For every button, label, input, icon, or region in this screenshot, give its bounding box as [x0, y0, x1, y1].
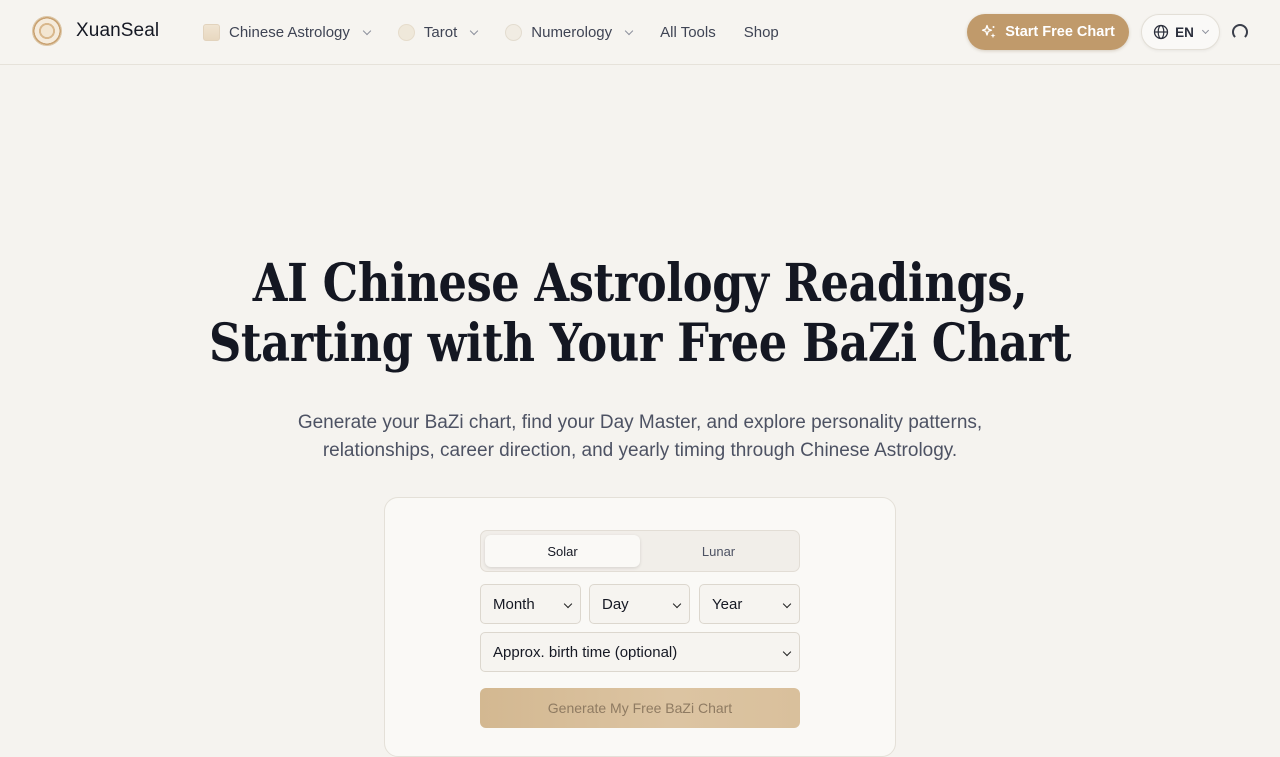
- birth-time-value: Approx. birth time (optional): [493, 643, 678, 661]
- birth-year-select[interactable]: Year: [699, 584, 800, 624]
- nav-item-numerology[interactable]: Numerology: [505, 23, 634, 41]
- nav-item-chinese-astrology[interactable]: Chinese Astrology: [203, 23, 372, 41]
- hero-subtitle-line-2: relationships, career direction, and yea…: [322, 440, 958, 461]
- loading-spinner-icon[interactable]: [1232, 24, 1248, 40]
- nav-item-tarot[interactable]: Tarot: [397, 23, 479, 41]
- tarot-thumbnail-icon: [397, 23, 415, 41]
- chevron-down-icon: [782, 599, 792, 609]
- chevron-down-icon: [470, 26, 479, 35]
- birth-year-value: Year: [712, 595, 743, 613]
- hero-title-line-1: AI Chinese Astrology Readings,: [252, 253, 1028, 314]
- birth-month-select[interactable]: Month: [480, 584, 581, 624]
- nav-item-label: Numerology: [531, 23, 613, 41]
- seal-logo-icon: [32, 16, 62, 46]
- numerology-thumbnail-icon: [505, 23, 523, 41]
- start-free-chart-button[interactable]: Start Free Chart: [967, 14, 1129, 50]
- chevron-down-icon: [782, 647, 792, 657]
- chevron-down-icon: [563, 599, 573, 609]
- nav-item-all-tools[interactable]: All Tools: [660, 24, 716, 41]
- birth-day-select[interactable]: Day: [589, 584, 690, 624]
- language-selector[interactable]: EN: [1141, 14, 1220, 50]
- nav-item-label: Shop: [743, 23, 779, 41]
- calendar-toggle: Solar Lunar: [480, 530, 800, 572]
- hero-subtitle: Generate your BaZi chart, find your Day …: [290, 409, 990, 465]
- main-nav: Chinese Astrology Tarot Numerology All T…: [203, 0, 807, 64]
- hero-title: AI Chinese Astrology Readings, Starting …: [90, 254, 1191, 374]
- calendar-option-solar[interactable]: Solar: [485, 535, 640, 567]
- astrology-thumbnail-icon: [203, 23, 220, 41]
- brand-name: XuanSeal: [76, 20, 160, 41]
- birth-day-value: Day: [602, 595, 629, 613]
- chevron-down-icon: [362, 26, 372, 35]
- site-header: XuanSeal Chinese Astrology Tarot Numerol…: [0, 0, 1280, 65]
- language-label: EN: [1175, 24, 1194, 40]
- hero-subtitle-line-1: Generate your BaZi chart, find your Day …: [297, 412, 983, 433]
- nav-item-label: All Tools: [660, 23, 716, 41]
- chevron-down-icon: [672, 599, 682, 609]
- nav-item-label: Chinese Astrology: [229, 23, 350, 41]
- birth-month-value: Month: [493, 595, 535, 613]
- start-free-chart-label: Start Free Chart: [1005, 24, 1115, 40]
- brand-logo[interactable]: XuanSeal: [32, 16, 159, 46]
- hero-title-line-2: Starting with Your Free BaZi Chart: [209, 313, 1071, 374]
- birth-time-select[interactable]: Approx. birth time (optional): [480, 632, 800, 672]
- chevron-down-icon: [1201, 26, 1209, 35]
- chevron-down-icon: [624, 26, 634, 35]
- generate-chart-button[interactable]: Generate My Free BaZi Chart: [480, 688, 800, 728]
- globe-icon: [1153, 24, 1169, 40]
- calendar-option-lunar[interactable]: Lunar: [641, 535, 796, 567]
- nav-item-shop[interactable]: Shop: [744, 24, 779, 41]
- sparkles-icon: [982, 24, 996, 39]
- nav-item-label: Tarot: [423, 23, 458, 41]
